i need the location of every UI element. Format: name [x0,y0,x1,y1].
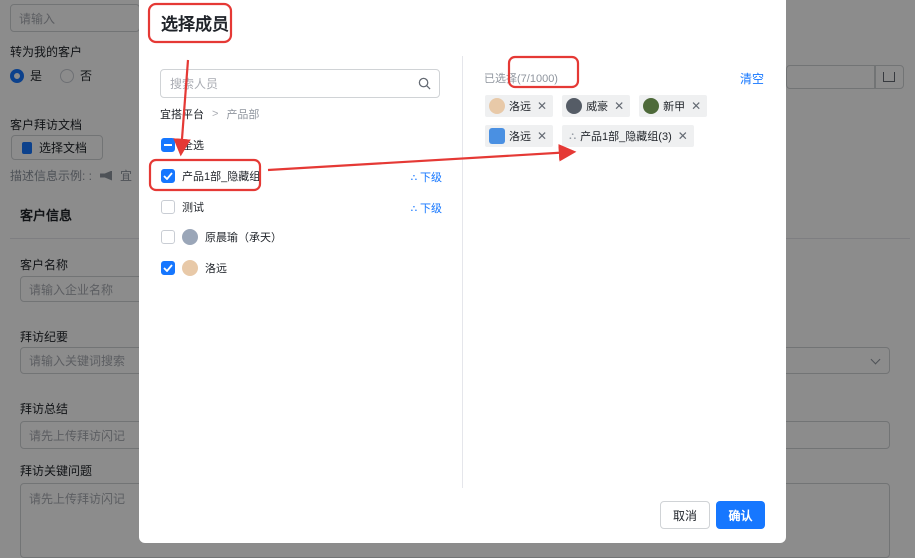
sub-level-label: 下级 [420,203,442,215]
selected-tag-label: 洛远 [509,131,531,143]
breadcrumb-root[interactable]: 宜搭平台 [160,106,204,122]
selected-count-value: (7/1000) [517,73,558,85]
tree-item-label: 产品1部_隐藏组 [182,171,261,183]
selected-prefix: 已选择 [484,73,517,85]
selected-count: 已选择(7/1000) [484,70,558,86]
tree-item[interactable]: 产品1部_隐藏组 [161,166,260,186]
confirm-button[interactable]: 确认 [716,501,765,529]
selected-tag-label: 洛远 [509,101,531,113]
check-icon [163,264,173,272]
selected-tag: 威豪 ✕ [562,95,631,117]
sub-level-label: 下级 [420,172,442,184]
selected-tag: ⛬ 产品1部_隐藏组(3) ✕ [562,125,694,147]
clear-button[interactable]: 清空 [740,70,764,87]
close-icon[interactable]: ✕ [614,99,624,113]
sub-level-link[interactable]: ⛬ 下级 [411,200,442,216]
chevron-right-icon: > [212,108,219,120]
tree-item-label: 原晨瑜（承天） [205,232,282,244]
avatar [566,98,583,114]
tree-item-checkbox[interactable] [161,169,175,183]
member-search-input[interactable]: 搜索人员 [160,69,440,98]
tree-item-checkbox[interactable] [161,261,175,275]
selected-tag: 洛远 ✕ [485,125,554,147]
selected-tag: 新甲 ✕ [639,95,708,117]
select-all-label: 全选 [182,140,204,152]
close-icon[interactable]: ✕ [678,129,688,143]
tree-item-checkbox[interactable] [161,230,175,244]
select-member-dialog: 选择成员 搜索人员 宜搭平台 > 产品部 全选 产品1部_隐藏组 ⛬ 下级 测试… [139,0,786,543]
avatar [182,229,198,245]
breadcrumb-current: 产品部 [226,109,260,121]
selected-tags: 洛远 ✕ 威豪 ✕ 新甲 ✕ 洛远 ✕ ⛬ 产品1部_隐藏组(3) ✕ [485,95,775,147]
tree-item[interactable]: 测试 [161,197,204,217]
breadcrumb: 宜搭平台 > 产品部 [160,106,259,122]
tree-item-label: 洛远 [205,263,227,275]
selected-tag-label: 威豪 [586,101,609,113]
hierarchy-icon: ⛬ [410,171,417,182]
department-icon: ⛬ [569,130,577,142]
hierarchy-icon: ⛬ [410,202,417,213]
tree-item-checkbox[interactable] [161,200,175,214]
check-icon [163,172,173,180]
close-icon[interactable]: ✕ [537,99,547,113]
select-all-checkbox[interactable] [161,138,175,152]
dialog-title: 选择成员 [161,15,229,34]
avatar [489,128,505,144]
avatar [489,98,505,114]
select-all-row[interactable]: 全选 [161,135,204,155]
search-icon [418,77,431,90]
avatar [643,98,660,114]
selected-tag-label: 新甲 [663,101,686,113]
close-icon[interactable]: ✕ [537,129,547,143]
panel-divider [462,56,463,488]
minus-icon [164,144,172,146]
tree-item[interactable]: 洛远 [161,258,227,278]
avatar [182,260,198,276]
search-placeholder: 搜索人员 [170,77,219,91]
tree-item-label: 测试 [182,202,204,214]
cancel-button[interactable]: 取消 [660,501,710,529]
selected-tag-label: 产品1部_隐藏组(3) [580,131,672,143]
tree-item[interactable]: 原晨瑜（承天） [161,227,282,247]
selected-tag: 洛远 ✕ [485,95,554,117]
close-icon[interactable]: ✕ [691,99,701,113]
sub-level-link[interactable]: ⛬ 下级 [411,169,442,185]
